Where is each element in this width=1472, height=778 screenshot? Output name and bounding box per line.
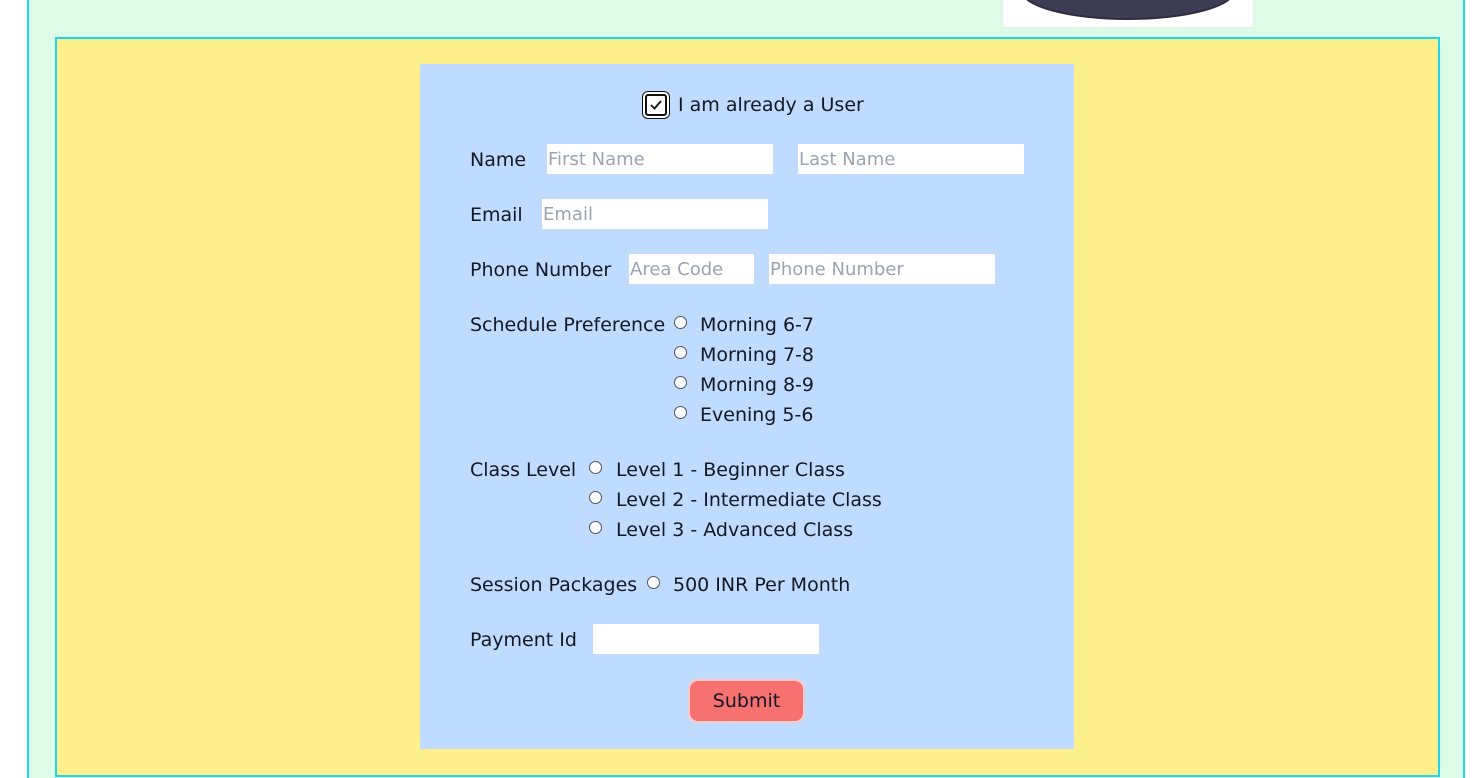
name-label: Name — [470, 149, 527, 171]
submit-button[interactable]: Submit — [688, 679, 805, 723]
registration-form: I am already a User Name Email Phone Num… — [420, 64, 1074, 749]
existing-user-checkbox[interactable] — [645, 94, 667, 116]
phone-label: Phone Number — [470, 259, 612, 281]
email-input[interactable] — [542, 199, 768, 229]
class-level-option-2: Level 2 - Intermediate Class — [616, 489, 882, 511]
session-radio-1[interactable] — [647, 576, 660, 589]
schedule-radio-4[interactable] — [674, 406, 687, 419]
session-label: Session Packages — [470, 574, 638, 596]
schedule-option-1: Morning 6-7 — [700, 314, 814, 336]
class-level-label: Class Level — [470, 459, 577, 481]
last-name-input[interactable] — [798, 144, 1024, 174]
existing-user-label: I am already a User — [678, 94, 864, 116]
schedule-radio-1[interactable] — [674, 316, 687, 329]
class-level-radio-3[interactable] — [589, 521, 602, 534]
schedule-option-3: Morning 8-9 — [700, 374, 814, 396]
schedule-label: Schedule Preference — [470, 314, 666, 336]
logo-image — [1021, 0, 1235, 18]
logo — [1003, 0, 1253, 27]
class-level-radio-2[interactable] — [589, 491, 602, 504]
schedule-radio-2[interactable] — [674, 346, 687, 359]
schedule-option-2: Morning 7-8 — [700, 344, 814, 366]
email-label: Email — [470, 204, 523, 226]
schedule-option-4: Evening 5-6 — [700, 404, 814, 426]
session-option-1: 500 INR Per Month — [673, 574, 851, 596]
class-level-option-3: Level 3 - Advanced Class — [616, 519, 854, 541]
class-level-radio-1[interactable] — [589, 461, 602, 474]
phone-number-input[interactable] — [769, 254, 995, 284]
check-icon — [650, 100, 662, 110]
schedule-radio-3[interactable] — [674, 376, 687, 389]
payment-id-label: Payment Id — [470, 629, 577, 651]
class-level-option-1: Level 1 - Beginner Class — [616, 459, 845, 481]
payment-id-input[interactable] — [593, 624, 819, 654]
first-name-input[interactable] — [547, 144, 773, 174]
area-code-input[interactable] — [629, 254, 754, 284]
